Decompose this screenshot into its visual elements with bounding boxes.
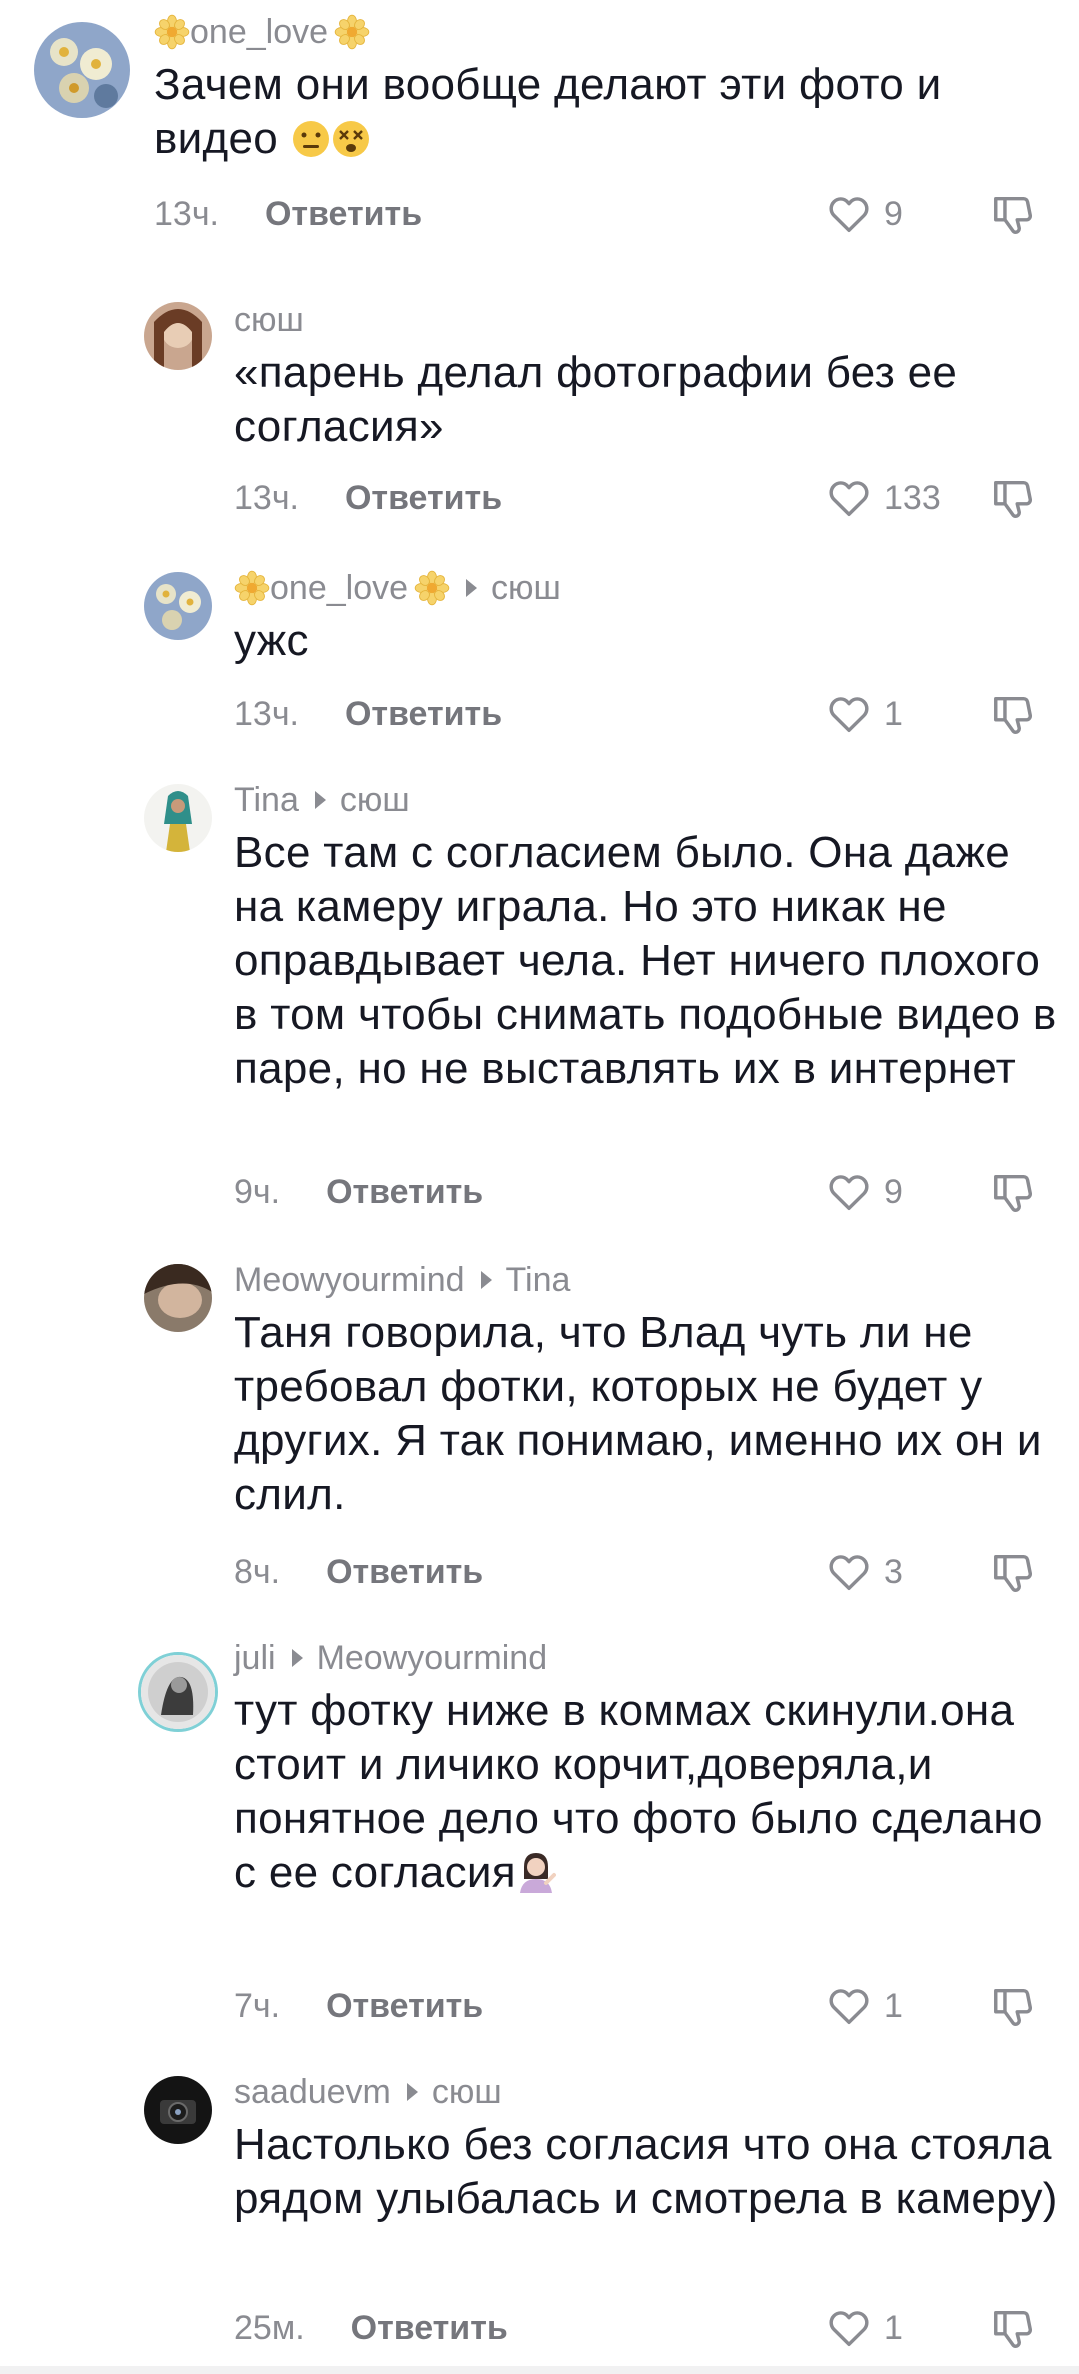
comment-time: 13ч.	[234, 694, 299, 733]
like-button[interactable]: 3	[826, 1544, 903, 1600]
heart-icon	[826, 1983, 872, 2029]
heart-icon	[826, 1169, 872, 1215]
flower-icon	[334, 14, 370, 50]
dizzy-face-emoji	[331, 118, 371, 172]
avatar[interactable]	[144, 302, 212, 370]
heart-icon	[826, 691, 872, 737]
reply-to-username[interactable]: Tina	[506, 1261, 571, 1300]
like-count: 133	[884, 478, 941, 517]
comment-time: 8ч.	[234, 1552, 281, 1591]
comment-username-line[interactable]: Tina сюш	[234, 778, 1059, 822]
comment-time: 9ч.	[234, 1172, 281, 1211]
reply-to-username[interactable]: Meowyourmind	[317, 1639, 548, 1678]
flower-icon	[414, 570, 450, 606]
like-button[interactable]: 9	[826, 186, 903, 242]
like-count: 1	[884, 2308, 903, 2347]
comment-text: тут фотку ниже в коммах скинули.она стои…	[234, 1684, 1059, 1906]
comment-time: 7ч.	[234, 1986, 281, 2025]
dislike-icon[interactable]	[990, 692, 1036, 738]
avatar[interactable]	[144, 784, 212, 852]
username[interactable]: saaduevm	[234, 2073, 391, 2112]
reply-button[interactable]: Ответить	[345, 479, 502, 518]
reply-to-username[interactable]: сюш	[432, 2073, 502, 2112]
flower-icon	[234, 570, 270, 606]
reply-arrow-icon	[480, 1271, 492, 1289]
avatar[interactable]	[144, 1264, 212, 1332]
like-count: 9	[884, 1172, 903, 1211]
reply-button[interactable]: Ответить	[326, 1553, 483, 1592]
like-count: 9	[884, 194, 903, 233]
reply-arrow-icon	[466, 579, 478, 597]
person-tipping-hand-emoji	[516, 1849, 556, 1906]
heart-icon	[826, 191, 872, 237]
comment-username-line[interactable]: saaduevm сюш	[234, 2070, 1059, 2114]
comment-username-line[interactable]: Meowyourmind Tina	[234, 1258, 1059, 1302]
comment-text: ужс	[234, 616, 309, 665]
reply-button[interactable]: Ответить	[351, 2309, 508, 2348]
reply-button[interactable]: Ответить	[326, 1173, 483, 1212]
username[interactable]: juli	[234, 1639, 276, 1678]
comment-time: 25м.	[234, 2308, 305, 2347]
heart-icon	[826, 475, 872, 521]
reply-to-username[interactable]: сюш	[491, 569, 561, 608]
comment-time: 13ч.	[154, 194, 219, 233]
reply-arrow-icon	[406, 2083, 418, 2101]
avatar[interactable]	[138, 1652, 218, 1732]
comment-time: 13ч.	[234, 478, 299, 517]
comment-username-line[interactable]: juli Meowyourmind	[234, 1636, 1059, 1680]
reply-arrow-icon	[314, 791, 326, 809]
like-button[interactable]: 133	[826, 470, 941, 526]
dislike-icon[interactable]	[990, 2306, 1036, 2352]
avatar[interactable]	[144, 572, 212, 640]
heart-icon	[826, 2305, 872, 2351]
like-count: 1	[884, 1986, 903, 2025]
dislike-icon[interactable]	[990, 1170, 1036, 1216]
reply-button[interactable]: Ответить	[345, 695, 502, 734]
username[interactable]: one_love	[190, 13, 328, 52]
username[interactable]: Tina	[234, 781, 299, 820]
dislike-icon[interactable]	[990, 192, 1036, 238]
comment-text: «парень делал фотографии без ее согласия…	[234, 348, 958, 451]
like-button[interactable]: 1	[826, 1978, 903, 2034]
reply-arrow-icon	[291, 1649, 303, 1667]
comment-username-line[interactable]: сюш	[234, 298, 1059, 342]
username[interactable]: one_love	[270, 569, 408, 608]
comment-text: Зачем они вообще делают эти фото и видео	[154, 58, 1059, 172]
reply-to-username[interactable]: сюш	[340, 781, 410, 820]
heart-icon	[826, 1549, 872, 1595]
flower-icon	[154, 14, 190, 50]
like-button[interactable]: 9	[826, 1164, 903, 1220]
like-button[interactable]: 1	[826, 686, 903, 742]
username[interactable]: Meowyourmind	[234, 1261, 465, 1300]
comment-text: Все там с согласием было. Она даже на ка…	[234, 828, 1057, 1093]
dislike-icon[interactable]	[990, 1984, 1036, 2030]
comment-text: Таня говорила, что Влад чуть ли не требо…	[234, 1308, 1042, 1519]
like-count: 3	[884, 1552, 903, 1591]
dislike-icon[interactable]	[990, 476, 1036, 522]
bottom-divider	[0, 2366, 1079, 2374]
username[interactable]: сюш	[234, 301, 304, 340]
like-count: 1	[884, 694, 903, 733]
dislike-icon[interactable]	[990, 1550, 1036, 1596]
avatar[interactable]	[144, 2076, 212, 2144]
comment-username-line[interactable]: one_love	[154, 10, 1059, 54]
like-button[interactable]: 1	[826, 2300, 903, 2356]
avatar[interactable]	[34, 22, 130, 118]
reply-button[interactable]: Ответить	[326, 1987, 483, 2026]
comment-text: Настолько без согласия что она стояла ря…	[234, 2120, 1058, 2223]
neutral-face-emoji	[291, 118, 331, 172]
comment-username-line[interactable]: one_love сюш	[234, 566, 1059, 610]
reply-button[interactable]: Ответить	[265, 195, 422, 234]
